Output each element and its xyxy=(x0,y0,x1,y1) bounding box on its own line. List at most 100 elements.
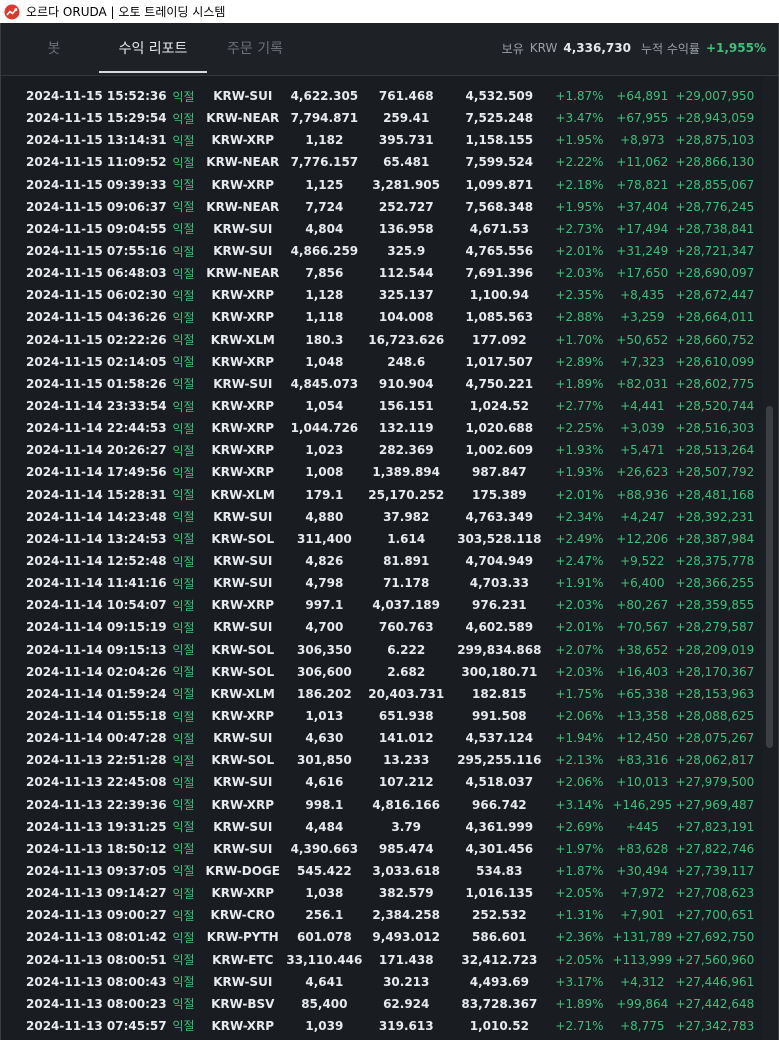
buy-price: 4,703.33 xyxy=(469,576,529,591)
sell-price: 4,484 xyxy=(305,819,344,834)
quantity: 259.41 xyxy=(383,111,430,126)
tab-bot[interactable]: 봇 xyxy=(23,23,85,73)
table-row: 2024-11-14 00:47:28 익절 KRW-SUI 4,630 141.012… xyxy=(1,727,763,749)
buy-price: 7,568.348 xyxy=(465,199,534,214)
sell-price: 1,048 xyxy=(305,354,344,369)
quantity: 156.151 xyxy=(378,399,434,414)
cumulative-profit: +28,153,963 xyxy=(675,686,755,701)
buy-price: 4,765.556 xyxy=(465,244,534,259)
table-row: 2024-11-14 17:49:56 익절 KRW-XRP 1,008 1,389.8… xyxy=(1,461,763,483)
market-symbol: KRW-XLM xyxy=(210,332,275,347)
return-rate: +2.77% xyxy=(555,399,604,414)
market-symbol: KRW-XRP xyxy=(211,443,275,458)
cumulative-profit: +28,855,067 xyxy=(675,177,755,192)
trade-time: 2024-11-14 23:33:54 xyxy=(26,399,167,414)
trade-type: 익절 xyxy=(172,465,195,480)
return-rate: +2.13% xyxy=(555,753,604,768)
market-symbol: KRW-SUI xyxy=(213,221,273,236)
table-row: 2024-11-14 23:33:54 익절 KRW-XRP 1,054 156.151… xyxy=(1,395,763,417)
market-symbol: KRW-CRO xyxy=(210,908,275,923)
trade-type: 익절 xyxy=(172,421,195,436)
quantity: 6.222 xyxy=(387,642,426,657)
buy-price: 4,518.037 xyxy=(465,775,534,790)
market-symbol: KRW-NEAR xyxy=(206,111,280,126)
quantity: 382.579 xyxy=(378,886,434,901)
sell-price: 179.1 xyxy=(305,487,344,502)
trade-time: 2024-11-15 15:52:36 xyxy=(26,89,167,104)
cumulative-profit: +28,359,855 xyxy=(675,598,755,613)
sell-price: 545.422 xyxy=(297,863,352,878)
cumulative-profit: +28,866,130 xyxy=(675,155,755,170)
return-rate: +2.69% xyxy=(555,819,604,834)
sell-price: 7,794.871 xyxy=(290,111,359,126)
trade-time: 2024-11-13 08:00:51 xyxy=(26,952,167,967)
trade-time: 2024-11-13 08:00:43 xyxy=(26,974,167,989)
trade-type: 익절 xyxy=(172,244,195,259)
cumulative-profit: +28,392,231 xyxy=(675,509,755,524)
table-row: 2024-11-15 15:29:54 익절 KRW-NEAR 7,794.871 25… xyxy=(1,107,763,129)
cumulative-profit: +28,209,019 xyxy=(675,642,755,657)
market-symbol: KRW-SUI xyxy=(213,554,273,569)
trade-time: 2024-11-14 17:49:56 xyxy=(26,465,167,480)
profit-amount: +4,247 xyxy=(620,509,665,524)
cumulative-profit: +28,279,587 xyxy=(675,620,755,635)
trade-time: 2024-11-13 22:45:08 xyxy=(26,775,167,790)
profit-amount: +8,973 xyxy=(620,133,665,148)
trade-time: 2024-11-13 09:00:27 xyxy=(26,908,167,923)
table-row: 2024-11-15 07:55:16 익절 KRW-SUI 4,866.259 325… xyxy=(1,240,763,262)
tab-order-history[interactable]: 주문 기록 xyxy=(207,23,303,73)
cumulative-profit: +28,366,255 xyxy=(675,576,755,591)
sell-price: 4,390.663 xyxy=(290,841,359,856)
sell-price: 1,125 xyxy=(305,177,344,192)
buy-price: 987.847 xyxy=(472,465,527,480)
tab-profit-report[interactable]: 수익 리포트 xyxy=(99,23,207,73)
market-symbol: KRW-SUI xyxy=(213,576,273,591)
quantity: 910.904 xyxy=(378,376,434,391)
table-row: 2024-11-15 06:02:30 익절 KRW-XRP 1,128 325.137… xyxy=(1,284,763,306)
return-rate: +2.88% xyxy=(555,310,604,325)
window-title-bar: 오르다 ORUDA | 오토 트레이딩 시스템 xyxy=(0,0,779,23)
buy-price: 4,750.221 xyxy=(465,376,534,391)
return-rate: +2.89% xyxy=(555,354,604,369)
return-rate: +2.01% xyxy=(555,244,604,259)
holding-label: 보유 xyxy=(501,41,524,56)
profit-amount: +9,522 xyxy=(620,554,665,569)
buy-price: 976.231 xyxy=(472,598,527,613)
profit-amount: +67,955 xyxy=(616,111,669,126)
sell-price: 4,845.073 xyxy=(290,376,359,391)
cumulative-profit: +27,700,651 xyxy=(675,908,755,923)
quantity: 13.233 xyxy=(383,753,430,768)
cumulative-profit: +28,672,447 xyxy=(675,288,755,303)
profit-amount: +13,358 xyxy=(616,709,669,723)
table-row: 2024-11-14 11:41:16 익절 KRW-SUI 4,798 71.178 4… xyxy=(1,572,763,594)
sell-price: 1,038 xyxy=(305,886,344,901)
profit-amount: +5,471 xyxy=(620,443,665,458)
buy-price: 4,532.509 xyxy=(465,89,534,104)
return-rate: +1.89% xyxy=(555,996,604,1011)
trade-type: 익절 xyxy=(172,753,195,768)
quantity: 985.474 xyxy=(378,841,434,856)
trade-type: 익절 xyxy=(172,155,195,170)
quantity: 3,281.905 xyxy=(372,177,440,192)
trade-type: 익절 xyxy=(172,908,195,923)
table-row: 2024-11-15 09:04:55 익절 KRW-SUI 4,804 136.958… xyxy=(1,218,763,240)
sell-price: 33,110.446 xyxy=(286,952,363,967)
market-symbol: KRW-XRP xyxy=(211,598,275,613)
profit-amount: +64,891 xyxy=(616,89,669,104)
trade-type: 익절 xyxy=(172,111,195,126)
profit-amount: +4,441 xyxy=(620,399,665,414)
return-rate: +1.97% xyxy=(555,841,604,856)
trade-type: 익절 xyxy=(172,554,195,569)
table-row: 2024-11-13 22:39:36 익절 KRW-XRP 998.1 4,816.1… xyxy=(1,794,763,816)
scrollbar-thumb[interactable] xyxy=(766,406,773,748)
buy-price: 1,017.507 xyxy=(465,354,534,369)
cumulative-profit: +28,513,264 xyxy=(675,443,755,458)
trade-type: 익절 xyxy=(172,775,195,790)
trade-type: 익절 xyxy=(172,665,195,680)
cumulative-profit: +28,875,103 xyxy=(675,133,755,148)
profit-amount: +10,013 xyxy=(616,775,669,790)
market-symbol: KRW-XRP xyxy=(211,133,275,148)
cumulative-profit: +28,602,775 xyxy=(675,376,755,391)
market-symbol: KRW-SOL xyxy=(211,531,275,546)
quantity: 395.731 xyxy=(378,133,434,148)
